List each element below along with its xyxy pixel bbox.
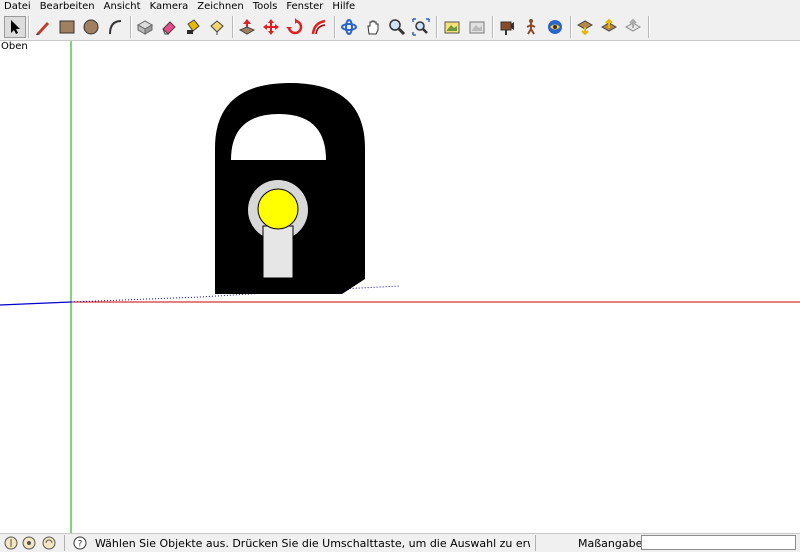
share-component-icon: [624, 18, 642, 32]
menu-fenster[interactable]: Fenster: [282, 0, 328, 13]
toolbar-separator: [648, 16, 650, 38]
arc-tool-button[interactable]: [104, 16, 126, 38]
position-camera-icon: [500, 21, 514, 35]
pan-icon: [367, 20, 379, 35]
toolbar-separator: [28, 16, 30, 38]
svg-text:?: ?: [78, 540, 83, 550]
push-pull-icon: [238, 19, 256, 35]
padlock-model[interactable]: [215, 83, 365, 294]
menu-tools[interactable]: Tools: [249, 0, 283, 13]
toolbar-separator: [570, 16, 572, 38]
credits-icon[interactable]: [22, 536, 36, 550]
help-icon[interactable]: ?: [73, 536, 87, 550]
next-view-icon: [469, 21, 485, 34]
orbit-tool-button[interactable]: [338, 16, 360, 38]
eraser-tool-button[interactable]: [158, 16, 180, 38]
zoom-extents-tool-button[interactable]: [410, 16, 432, 38]
model-scene: [0, 41, 800, 533]
zoom-extents-icon: [412, 18, 430, 36]
look-around-icon: [548, 20, 562, 34]
menu-hilfe[interactable]: Hilfe: [328, 0, 360, 13]
keyhole-center: [257, 188, 299, 230]
follow-me-icon: [311, 19, 326, 35]
menu-zeichnen[interactable]: Zeichnen: [193, 0, 248, 13]
share-component-button[interactable]: [622, 16, 644, 38]
arc-icon: [109, 20, 122, 35]
geo-location-icon[interactable]: [4, 536, 18, 550]
pencil-icon: [36, 22, 49, 35]
walk-icon: [526, 19, 536, 35]
eraser-icon: [162, 21, 176, 35]
menu-bar: Datei Bearbeiten Ansicht Kamera Zeichnen…: [0, 0, 800, 13]
toolbar-separator: [334, 16, 336, 38]
move-icon: [263, 19, 279, 35]
zoom-tool-button[interactable]: [386, 16, 408, 38]
keyhole-slot: [262, 225, 294, 279]
rectangle-icon: [59, 20, 75, 34]
rotate-icon: [286, 18, 303, 35]
circle-tool-button[interactable]: [80, 16, 102, 38]
circle-icon: [83, 19, 99, 35]
rectangle-tool-button[interactable]: [56, 16, 78, 38]
line-tool-button[interactable]: [32, 16, 54, 38]
previous-view-button[interactable]: [441, 16, 463, 38]
measurements-label: Maßangaben: [578, 537, 650, 550]
drawing-area[interactable]: Oben: [0, 41, 800, 533]
menu-ansicht[interactable]: Ansicht: [100, 0, 146, 13]
orbit-icon: [341, 19, 357, 35]
select-tool-button[interactable]: [4, 16, 26, 38]
push-pull-tool-button[interactable]: [236, 16, 258, 38]
previous-view-icon: [444, 21, 460, 34]
toolbar-separator: [436, 16, 438, 38]
rotate-tool-button[interactable]: [284, 16, 306, 38]
menu-datei[interactable]: Datei: [0, 0, 36, 13]
measurements-input[interactable]: [641, 535, 796, 550]
get-models-icon: [576, 20, 594, 36]
look-around-tool-button[interactable]: [544, 16, 566, 38]
status-hint-text: Wählen Sie Objekte aus. Drücken Sie die …: [95, 537, 530, 550]
material-icon: [210, 20, 224, 35]
position-camera-button[interactable]: [496, 16, 518, 38]
make-component-icon: [136, 20, 154, 35]
next-view-button[interactable]: [466, 16, 488, 38]
toolbar-separator: [130, 16, 132, 38]
get-models-button[interactable]: [574, 16, 596, 38]
zoom-icon: [389, 19, 406, 36]
make-component-button[interactable]: [134, 16, 156, 38]
status-bar: ? Wählen Sie Objekte aus. Drücken Sie di…: [0, 533, 800, 552]
status-divider: [535, 535, 536, 551]
user-icon[interactable]: [42, 536, 56, 550]
toolbar-separator: [492, 16, 494, 38]
paint-tool-button[interactable]: [182, 16, 204, 38]
menu-bearbeiten[interactable]: Bearbeiten: [36, 0, 100, 13]
follow-me-tool-button[interactable]: [308, 16, 330, 38]
paint-bucket-icon: [187, 19, 200, 34]
share-model-icon: [600, 18, 618, 32]
main-toolbar: [0, 13, 800, 41]
menu-kamera[interactable]: Kamera: [146, 0, 194, 13]
material-tool-button[interactable]: [206, 16, 228, 38]
blue-axis: [0, 301, 72, 306]
status-divider: [64, 535, 65, 551]
toolbar-separator: [232, 16, 234, 38]
select-icon: [11, 20, 20, 34]
walk-tool-button[interactable]: [520, 16, 542, 38]
move-tool-button[interactable]: [260, 16, 282, 38]
share-model-button[interactable]: [598, 16, 620, 38]
pan-tool-button[interactable]: [362, 16, 384, 38]
